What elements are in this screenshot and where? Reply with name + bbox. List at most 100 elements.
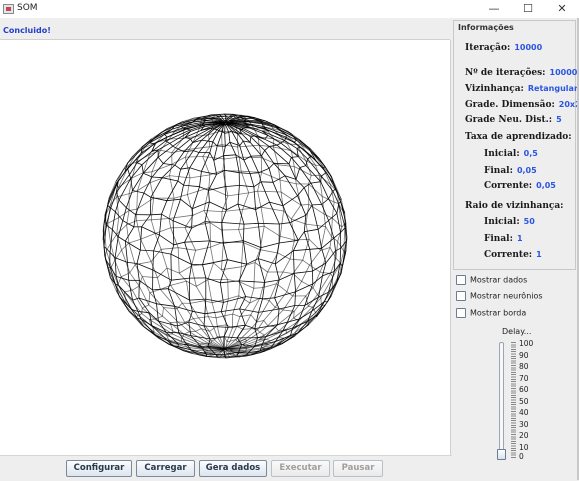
- close-button[interactable]: ✕: [545, 0, 579, 18]
- delay-slider-track[interactable]: [499, 342, 504, 460]
- mesh-edge: [324, 214, 332, 218]
- delay-tick-label: 30: [519, 420, 529, 429]
- delay-label: Delay...: [502, 327, 531, 336]
- mesh-edge: [214, 328, 217, 337]
- maximize-button[interactable]: ☐: [511, 0, 545, 18]
- mesh-edge: [179, 273, 186, 281]
- mesh-edge: [185, 149, 189, 157]
- mesh-edge: [259, 299, 263, 313]
- mesh-edge: [214, 263, 222, 270]
- delay-tick-label: 100: [519, 339, 533, 348]
- mesh-edge: [171, 254, 172, 280]
- mesh-edge: [275, 327, 279, 331]
- info-panel: Informações Iteração:10000 Nº de iteraçõ…: [453, 20, 576, 270]
- mesh-edge: [111, 243, 115, 260]
- mesh-edge: [225, 133, 226, 146]
- configurar-button[interactable]: Configurar: [66, 460, 132, 477]
- mesh-edge: [167, 268, 179, 273]
- mesh-edge: [184, 332, 190, 335]
- mesh-edge: [190, 168, 202, 172]
- mesh-edge: [127, 225, 129, 243]
- mesh-edge: [278, 165, 280, 180]
- mostrar-dados-label: Mostrar dados: [470, 276, 527, 285]
- mesh-edge: [251, 156, 259, 173]
- mesh-edge: [142, 227, 160, 235]
- mesh-edge: [209, 135, 210, 147]
- taxa-final-row: Final:0,05: [484, 166, 537, 176]
- mesh-edge: [283, 296, 293, 310]
- mesh-edge: [164, 135, 167, 138]
- mesh-edge: [189, 147, 209, 150]
- mesh-edge: [239, 157, 261, 158]
- mesh-edge: [190, 299, 206, 300]
- mesh-edge: [263, 298, 275, 299]
- mesh-edge: [278, 253, 290, 259]
- mesh-edge: [250, 288, 254, 303]
- mesh-edge: [279, 240, 298, 243]
- mesh-edge: [265, 135, 268, 139]
- mesh-edge: [240, 267, 242, 282]
- mesh-edge: [273, 147, 278, 165]
- som-canvas[interactable]: [0, 40, 451, 455]
- mesh-edge: [291, 151, 306, 161]
- mesh-edge: [149, 293, 150, 305]
- checkbox-box[interactable]: [456, 291, 466, 301]
- mostrar-borda-checkbox[interactable]: Mostrar borda: [456, 308, 526, 320]
- mesh-edge: [158, 157, 163, 163]
- mesh-edge: [311, 183, 322, 204]
- mesh-edge: [323, 168, 334, 184]
- mesh-edge: [310, 248, 322, 249]
- mesh-edge: [196, 286, 204, 300]
- mesh-edge: [278, 309, 280, 325]
- mesh-edge: [294, 311, 295, 318]
- mesh-edge: [221, 242, 223, 270]
- mesh-edge: [190, 153, 199, 168]
- pausar-button[interactable]: Pausar: [333, 460, 383, 477]
- delay-slider-thumb[interactable]: [497, 449, 506, 460]
- mesh-edge: [291, 205, 301, 219]
- checkbox-box[interactable]: [456, 308, 466, 318]
- mesh-edge: [129, 209, 137, 210]
- mesh-edge: [251, 329, 257, 330]
- mesh-edge: [241, 171, 249, 193]
- mesh-edge: [142, 308, 154, 319]
- mesh-edge: [201, 153, 209, 172]
- executar-button[interactable]: Executar: [271, 460, 330, 477]
- mesh-edge: [280, 236, 294, 240]
- raio-corrente-value: 1: [536, 250, 542, 259]
- mesh-edge: [137, 264, 139, 281]
- gera-dados-button[interactable]: Gera dados: [199, 460, 267, 477]
- mesh-edge: [196, 329, 202, 332]
- mesh-edge: [332, 218, 333, 237]
- mesh-edge: [181, 185, 184, 199]
- carregar-button[interactable]: Carregar: [136, 460, 195, 477]
- mesh-edge: [127, 221, 137, 225]
- mesh-edge: [212, 303, 216, 318]
- mostrar-dados-checkbox[interactable]: Mostrar dados: [456, 275, 527, 287]
- mostrar-neuronios-checkbox[interactable]: Mostrar neurônios: [456, 291, 543, 303]
- mesh-edge: [142, 277, 157, 278]
- mesh-edge: [263, 272, 268, 288]
- minimize-button[interactable]: —: [477, 0, 511, 18]
- mesh-edge: [309, 204, 324, 214]
- mesh-edge: [300, 166, 306, 168]
- mesh-edge: [117, 225, 127, 235]
- mesh-edge: [239, 282, 240, 296]
- mesh-edge: [173, 221, 174, 245]
- mesh-edge: [301, 204, 309, 205]
- mesh-edge: [304, 229, 318, 231]
- mesh-edge: [296, 179, 304, 187]
- mesh-edge: [152, 177, 162, 178]
- mesh-edge: [225, 116, 226, 120]
- mesh-edge: [310, 249, 313, 271]
- mesh-edge: [142, 308, 143, 314]
- mesh-edge: [270, 202, 280, 224]
- mesh-edge: [279, 223, 289, 224]
- mesh-edge: [256, 210, 259, 224]
- mesh-edge: [322, 238, 334, 248]
- checkbox-box[interactable]: [456, 275, 466, 285]
- mesh-edge: [294, 306, 309, 318]
- mesh-edge: [193, 318, 198, 319]
- mesh-edge: [185, 241, 210, 242]
- mesh-edge: [152, 164, 163, 178]
